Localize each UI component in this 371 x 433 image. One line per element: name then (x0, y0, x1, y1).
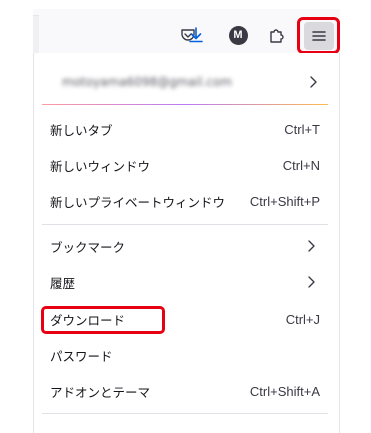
menu-item-label: 新しいウィンドウ (50, 158, 151, 174)
menu-item-shortcut: Ctrl+N (282, 157, 320, 173)
account-email: motoyama6098@gmail.com (62, 75, 232, 89)
menu-button-highlight (297, 17, 340, 54)
hamburger-menu-button[interactable] (303, 21, 334, 50)
menu-item-label: アドオンとテーマ (50, 384, 151, 400)
menu-item-label: パスワード (50, 348, 113, 364)
menu-item-bookmarks[interactable]: ブックマーク (42, 230, 328, 262)
menu-item-new-private-window[interactable]: 新しいプライベートウィンドウ Ctrl+Shift+P (42, 185, 328, 217)
account-initial: M (228, 25, 248, 45)
menu-item-history[interactable]: 履歴 (42, 266, 328, 298)
menu-item-label: 新しいプライベートウィンドウ (50, 194, 226, 210)
chevron-right-icon (308, 240, 315, 252)
hamburger-menu-icon (311, 30, 326, 41)
browser-toolbar: M (33, 9, 340, 55)
account-row[interactable]: motoyama6098@gmail.com (42, 65, 328, 99)
menu-item-new-window[interactable]: 新しいウィンドウ Ctrl+N (42, 149, 328, 181)
chevron-right-icon (310, 76, 317, 88)
url-bar-edge[interactable] (33, 15, 39, 55)
menu-item-shortcut: Ctrl+J (285, 311, 320, 327)
account-icon[interactable]: M (226, 23, 250, 47)
menu-separator (42, 224, 328, 225)
menu-item-label: 履歴 (50, 275, 76, 291)
menu-separator (42, 413, 328, 414)
menu-item-passwords[interactable]: パスワード (42, 339, 328, 371)
menu-item-shortcut: Ctrl+Shift+P (249, 193, 320, 209)
menu-item-new-tab[interactable]: 新しいタブ Ctrl+T (42, 113, 328, 145)
extensions-icon[interactable] (265, 23, 289, 47)
download-icon[interactable] (184, 23, 208, 47)
account-separator (42, 104, 328, 105)
downloads-highlight-box (41, 306, 165, 334)
menu-item-shortcut: Ctrl+T (284, 121, 320, 137)
chevron-right-icon (308, 276, 315, 288)
menu-item-shortcut: Ctrl+Shift+A (249, 383, 320, 399)
menu-item-label: 新しいタブ (50, 122, 113, 138)
menu-item-addons-themes[interactable]: アドオンとテーマ Ctrl+Shift+A (42, 375, 328, 407)
app-menu-panel: motoyama6098@gmail.com 新しいタブ Ctrl+T 新しいウ… (33, 53, 340, 433)
menu-item-label: ブックマーク (50, 239, 126, 255)
